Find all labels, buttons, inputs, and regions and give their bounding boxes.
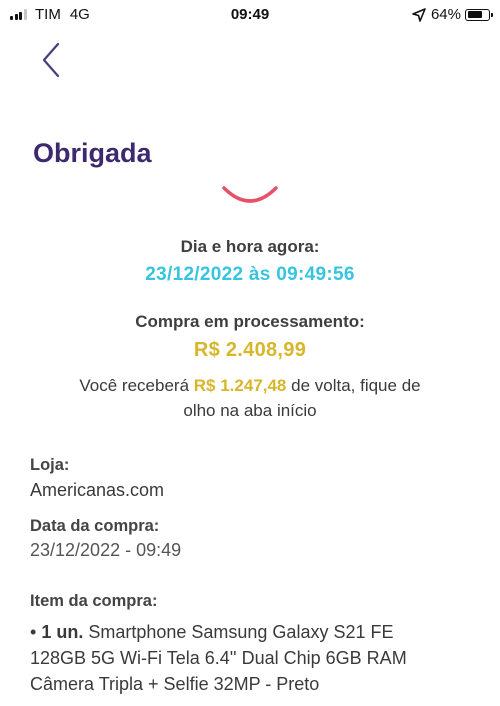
store-value: Americanas.com — [30, 480, 165, 500]
item-line1: Smartphone Samsung Galaxy S21 FE — [83, 622, 394, 642]
item-bullet: • — [30, 622, 42, 642]
cashback-prefix: Você receberá — [79, 376, 194, 395]
cashback-suffix: de volta, fique de — [286, 376, 421, 395]
purchase-date-label: Data da compra: — [30, 517, 160, 535]
page-title: Obrigada — [33, 138, 152, 168]
back-button[interactable] — [36, 40, 70, 80]
battery-percent: 64% — [430, 6, 461, 23]
datetime-value: 23/12/2022 às 09:49:56 — [145, 264, 355, 285]
status-right: 64% — [412, 6, 493, 23]
item-line2: 128GB 5G Wi-Fi Tela 6.4'' Dual Chip 6GB … — [30, 648, 407, 668]
chevron-left-icon — [42, 42, 60, 78]
item-description: • 1 un. Smartphone Samsung Galaxy S21 FE… — [30, 619, 480, 697]
item-line3: Câmera Tripla + Selfie 32MP - Preto — [30, 674, 320, 694]
purchase-date-value: 23/12/2022 - 09:49 — [30, 540, 182, 560]
status-bar: TIM 4G 09:49 64% — [0, 0, 500, 30]
cashback-amount: R$ 1.247,48 — [193, 376, 287, 395]
status-label: Compra em processamento: — [135, 312, 365, 331]
cashback-line2: olho na aba início — [183, 401, 317, 420]
battery-icon — [465, 8, 493, 21]
purchase-amount: R$ 2.408,99 — [193, 339, 307, 361]
item-quantity: 1 un. — [41, 622, 84, 642]
datetime-label: Dia e hora agora: — [180, 237, 320, 256]
loading-spinner-icon — [222, 186, 278, 203]
store-label: Loja: — [30, 456, 70, 474]
cashback-message: Você receberá R$ 1.247,48 de volta, fiqu… — [0, 373, 500, 423]
item-label: Item da compra: — [30, 592, 158, 610]
location-arrow-icon — [412, 7, 426, 22]
